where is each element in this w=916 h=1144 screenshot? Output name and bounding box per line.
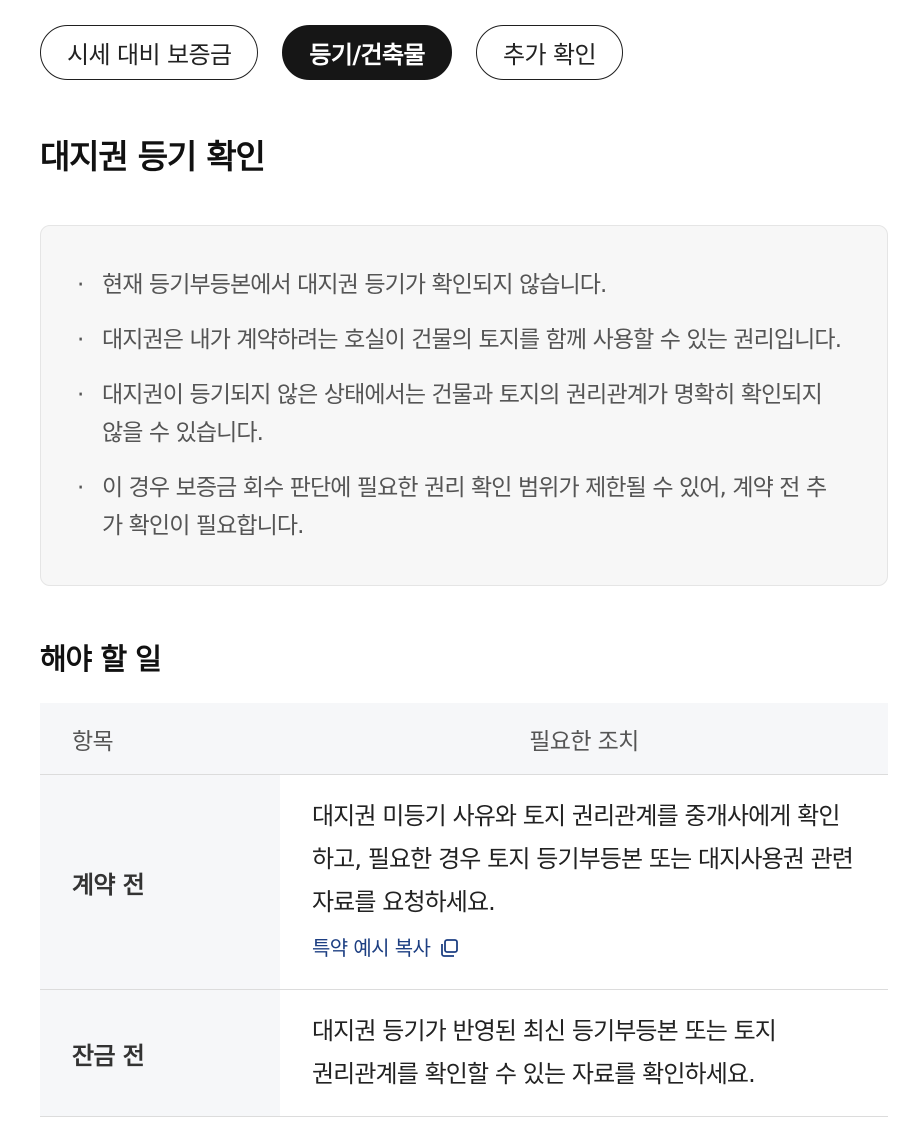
copy-clause-link[interactable]: 특약 예시 복사 bbox=[312, 934, 460, 962]
info-item: · 대지권은 내가 계약하려는 호실이 건물의 토지를 함께 사용할 수 있는 … bbox=[77, 321, 842, 359]
info-item: · 이 경우 보증금 회수 판단에 필요한 권리 확인 범위가 제한될 수 있어… bbox=[77, 469, 842, 545]
row-action-cell: 대지권 등기가 반영된 최신 등기부등본 또는 토지 권리관계를 확인할 수 있… bbox=[280, 989, 888, 1117]
column-header-action: 필요한 조치 bbox=[280, 703, 888, 775]
tab-price-vs-deposit[interactable]: 시세 대비 보증금 bbox=[40, 25, 259, 80]
info-item-text: 이 경우 보증금 회수 판단에 필요한 권리 확인 범위가 제한될 수 있어, … bbox=[102, 475, 827, 539]
info-list: · 현재 등기부등본에서 대지권 등기가 확인되지 않습니다. · 대지권은 내… bbox=[77, 266, 842, 545]
tab-bar: 시세 대비 보증금 등기/건축물 추가 확인 bbox=[40, 25, 623, 80]
section-title: 대지권 등기 확인 bbox=[40, 137, 266, 176]
tab-registry-building[interactable]: 등기/건축물 bbox=[282, 25, 452, 80]
row-item-label: 계약 전 bbox=[40, 774, 280, 990]
todo-title: 해야 할 일 bbox=[40, 642, 162, 676]
column-header-item: 항목 bbox=[40, 703, 280, 775]
row-item-label: 잔금 전 bbox=[40, 989, 280, 1117]
info-item-text: 대지권이 등기되지 않은 상태에서는 건물과 토지의 권리관계가 명확히 확인되… bbox=[102, 382, 823, 446]
todo-table: 항목 필요한 조치 계약 전 대지권 미등기 사유와 토지 권리관계를 중개사에… bbox=[40, 703, 888, 1117]
table-header-row: 항목 필요한 조치 bbox=[40, 703, 888, 775]
row-action-text: 대지권 미등기 사유와 토지 권리관계를 중개사에게 확인하고, 필요한 경우 … bbox=[312, 802, 854, 916]
info-item: · 현재 등기부등본에서 대지권 등기가 확인되지 않습니다. bbox=[77, 266, 742, 304]
bullet-icon: · bbox=[77, 272, 84, 298]
info-panel: · 현재 등기부등본에서 대지권 등기가 확인되지 않습니다. · 대지권은 내… bbox=[40, 225, 888, 586]
copy-icon bbox=[438, 937, 460, 959]
bullet-icon: · bbox=[77, 327, 84, 353]
table-row: 계약 전 대지권 미등기 사유와 토지 권리관계를 중개사에게 확인하고, 필요… bbox=[40, 774, 888, 990]
bullet-icon: · bbox=[77, 382, 84, 408]
row-action-cell: 대지권 미등기 사유와 토지 권리관계를 중개사에게 확인하고, 필요한 경우 … bbox=[280, 774, 888, 990]
tab-additional-check[interactable]: 추가 확인 bbox=[476, 25, 623, 80]
row-action-text: 대지권 등기가 반영된 최신 등기부등본 또는 토지 권리관계를 확인할 수 있… bbox=[312, 1017, 777, 1088]
bullet-icon: · bbox=[77, 475, 84, 501]
table-row: 잔금 전 대지권 등기가 반영된 최신 등기부등본 또는 토지 권리관계를 확인… bbox=[40, 989, 888, 1117]
info-item-text: 대지권은 내가 계약하려는 호실이 건물의 토지를 함께 사용할 수 있는 권리… bbox=[102, 327, 842, 353]
info-item-text: 현재 등기부등본에서 대지권 등기가 확인되지 않습니다. bbox=[102, 272, 607, 298]
info-item: · 대지권이 등기되지 않은 상태에서는 건물과 토지의 권리관계가 명확히 확… bbox=[77, 376, 842, 452]
copy-clause-label: 특약 예시 복사 bbox=[312, 936, 431, 960]
